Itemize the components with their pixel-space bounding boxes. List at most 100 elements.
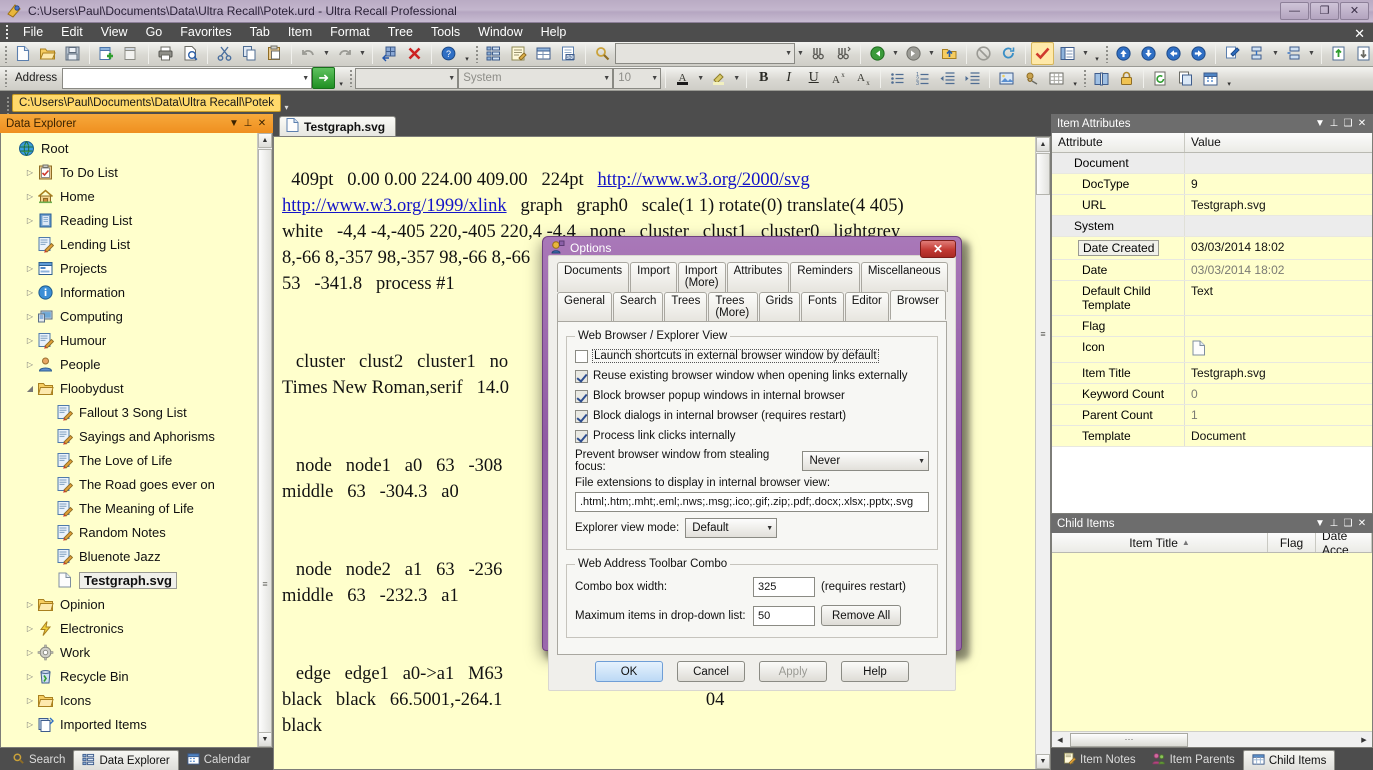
underline-icon[interactable]: U: [802, 67, 825, 90]
toolbar-grip-3-icon[interactable]: [1103, 43, 1111, 65]
dictionary-icon[interactable]: [1090, 67, 1113, 90]
attribute-row[interactable]: Keyword Count 0: [1052, 384, 1372, 406]
checkbox-checked-icon[interactable]: [575, 429, 588, 443]
item-notes-icon[interactable]: [507, 42, 530, 65]
menu-go[interactable]: Go: [137, 23, 172, 41]
scroll-up-icon[interactable]: ▲: [258, 133, 272, 149]
tree-item-imported-items[interactable]: ▷ Imported Items: [1, 712, 257, 736]
explorer-view-mode-select[interactable]: Default ▼: [685, 518, 778, 538]
bold-icon[interactable]: B: [752, 67, 775, 90]
tools-overflow-icon[interactable]: ▾: [1223, 67, 1235, 90]
insert-hyperlink-icon[interactable]: [1020, 67, 1043, 90]
child-items-icon[interactable]: ABC: [557, 42, 580, 65]
tree-item-computing[interactable]: ▷ Computing: [1, 304, 257, 328]
scrollbar-thumb[interactable]: ⋯: [1070, 732, 1188, 747]
tab-search[interactable]: Search: [4, 750, 73, 770]
close-icon[interactable]: ✕: [1355, 116, 1369, 131]
outdent-dropdown-icon[interactable]: ▼: [1306, 42, 1317, 65]
tree-item-random-notes[interactable]: Random Notes: [1, 520, 257, 544]
search-icon[interactable]: [591, 42, 614, 65]
print-preview-icon[interactable]: [179, 42, 202, 65]
font-color-icon[interactable]: A: [671, 67, 694, 90]
checkbox-row[interactable]: Reuse existing browser window when openi…: [575, 366, 929, 386]
tree-item-electronics[interactable]: ▷ Electronics: [1, 616, 257, 640]
insert-table-icon[interactable]: [1045, 67, 1068, 90]
indent-dropdown-icon[interactable]: ▼: [1270, 42, 1281, 65]
chevron-down-icon[interactable]: ▼: [227, 116, 241, 131]
dialog-tab-import[interactable]: Import: [630, 262, 677, 292]
child-items-body[interactable]: [1052, 553, 1372, 731]
checkbox-checked-icon[interactable]: [575, 369, 588, 383]
expander-collapsed-icon[interactable]: ▷: [24, 712, 36, 736]
column-header-value[interactable]: Value: [1185, 133, 1372, 152]
maximize-icon[interactable]: ❑: [1341, 516, 1355, 531]
tab-calendar[interactable]: Calendar: [179, 750, 259, 770]
minimize-button[interactable]: —: [1280, 1, 1309, 20]
font-size-select[interactable]: 10 ▼: [613, 67, 662, 89]
toolbar-overflow-2-icon[interactable]: ▾: [1091, 42, 1103, 65]
toolbar-search-input[interactable]: ▼: [615, 43, 795, 65]
dialog-tab-grids[interactable]: Grids: [758, 292, 800, 322]
menu-tab[interactable]: Tab: [241, 23, 279, 41]
restore-button[interactable]: ❐: [1310, 1, 1339, 20]
open-folder-icon[interactable]: [36, 42, 59, 65]
expander-collapsed-icon[interactable]: ▷: [24, 256, 36, 280]
attribute-row[interactable]: Template Document: [1052, 426, 1372, 448]
tree-item-projects[interactable]: ▷ Projects: [1, 256, 257, 280]
max-items-input[interactable]: 50: [753, 605, 815, 626]
redo-dropdown-icon[interactable]: ▼: [357, 42, 368, 65]
view-mode-dropdown-icon[interactable]: ▼: [1080, 42, 1091, 65]
copy-icon[interactable]: [238, 42, 261, 65]
chevron-down-icon[interactable]: ▼: [1313, 516, 1327, 531]
close-icon[interactable]: ✕: [1355, 516, 1369, 531]
expander-collapsed-icon[interactable]: ▷: [24, 280, 36, 304]
dialog-tab-search[interactable]: Search: [612, 292, 664, 322]
back-icon[interactable]: [866, 42, 889, 65]
search-dropdown-icon[interactable]: ▼: [795, 42, 806, 65]
breadcrumb[interactable]: C:\Users\Paul\Documents\Data\Ultra Recal…: [12, 93, 282, 112]
attribute-row[interactable]: System: [1052, 216, 1372, 238]
back-dropdown-icon[interactable]: ▼: [890, 42, 901, 65]
tree-item-root[interactable]: Root: [1, 136, 257, 160]
dialog-tab-general[interactable]: General: [557, 292, 612, 322]
promote-icon[interactable]: [1327, 42, 1350, 65]
attribute-row[interactable]: Item Title Testgraph.svg: [1052, 363, 1372, 385]
indent-icon[interactable]: [1246, 42, 1269, 65]
tools-toolbar-grip-icon[interactable]: [1081, 67, 1089, 89]
help-button[interactable]: Help: [841, 661, 909, 682]
dialog-tab-import-more-[interactable]: Import (More): [677, 262, 726, 292]
move-up-icon[interactable]: [1112, 42, 1135, 65]
expander-collapsed-icon[interactable]: ▷: [24, 304, 36, 328]
tree-item-the-love-of-life[interactable]: The Love of Life: [1, 448, 257, 472]
tree-vertical-scrollbar[interactable]: ▲ ▼: [257, 133, 272, 748]
expander-collapsed-icon[interactable]: ▷: [24, 160, 36, 184]
dialog-tab-editor[interactable]: Editor: [844, 292, 889, 322]
pin-icon[interactable]: ⊥: [1327, 116, 1341, 131]
chevron-down-icon[interactable]: ▼: [298, 75, 309, 82]
svg-namespace-link[interactable]: http://www.w3.org/2000/svg: [598, 170, 810, 190]
remove-all-button[interactable]: Remove All: [821, 605, 902, 626]
checkbox-row[interactable]: Block browser popup windows in internal …: [575, 386, 929, 406]
delete-icon[interactable]: [403, 42, 426, 65]
tree-item-opinion[interactable]: ▷ Opinion: [1, 592, 257, 616]
tree-item-bluenote-jazz[interactable]: Bluenote Jazz: [1, 544, 257, 568]
tab-child-items[interactable]: Child Items: [1242, 750, 1336, 770]
expander-collapsed-icon[interactable]: ▷: [24, 208, 36, 232]
refresh-icon[interactable]: [997, 42, 1020, 65]
combo-width-input[interactable]: 325: [753, 577, 815, 597]
refresh-doc-icon[interactable]: [1149, 67, 1172, 90]
dialog-close-button[interactable]: ✕: [920, 240, 956, 258]
increase-indent-icon[interactable]: [961, 67, 984, 90]
tree-item-lending-list[interactable]: Lending List: [1, 232, 257, 256]
breadcrumb-grip-icon[interactable]: [4, 94, 12, 114]
expander-collapsed-icon[interactable]: ▷: [24, 328, 36, 352]
data-explorer-tree[interactable]: Root ▷ To Do List ▷ Home ▷ Reading List Lending…: [1, 133, 257, 747]
menubar-close-icon[interactable]: ✕: [1354, 26, 1365, 42]
attribute-row[interactable]: Default Child Template Text: [1052, 281, 1372, 317]
tree-item-people[interactable]: ▷ People: [1, 352, 257, 376]
move-down-icon[interactable]: [1137, 42, 1160, 65]
bullet-list-icon[interactable]: [886, 67, 909, 90]
document-vertical-scrollbar[interactable]: ▲ ≡ ▼: [1035, 137, 1050, 769]
tree-item-testgraph-svg[interactable]: Testgraph.svg: [1, 568, 257, 592]
undo-icon[interactable]: [297, 42, 320, 65]
